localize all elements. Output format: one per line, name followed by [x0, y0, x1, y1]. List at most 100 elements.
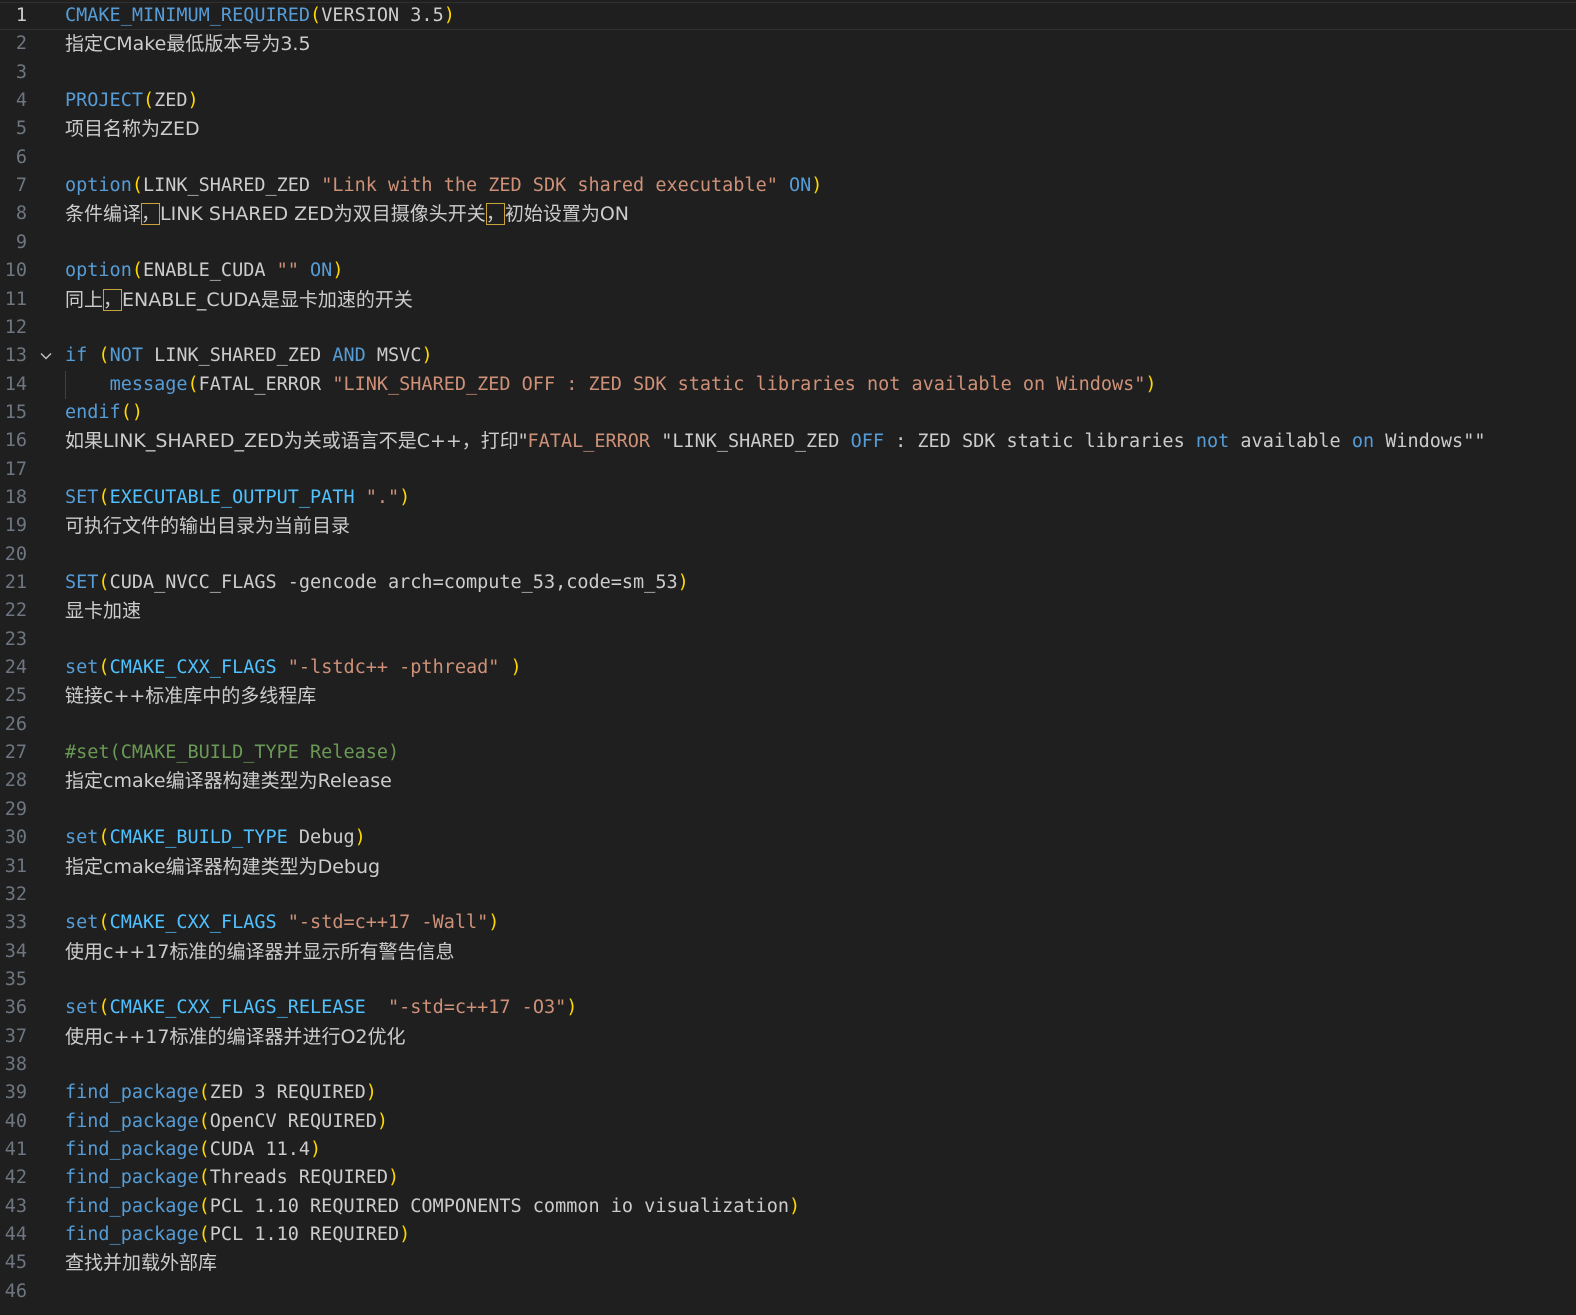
code-line[interactable]: 13 if (NOT LINK_SHARED_ZED AND MSVC): [0, 342, 1576, 370]
code-line[interactable]: 45 查找并加载外部库: [0, 1249, 1576, 1277]
code-token: ): [788, 1195, 801, 1217]
code-line[interactable]: 21 SET(CUDA_NVCC_FLAGS -gencode arch=comp…: [0, 569, 1576, 597]
code-line[interactable]: 11 同上，ENABLE_CUDA是显卡加速的开关: [0, 286, 1576, 314]
line-number: 9: [15, 231, 27, 253]
code-token: ): [399, 486, 411, 508]
code-token: (: [98, 827, 110, 849]
code-line[interactable]: 6: [0, 144, 1576, 172]
code-text: find_package(Threads REQUIRED): [65, 1164, 399, 1192]
code-line[interactable]: 19 可执行文件的输出目录为当前目录: [0, 512, 1576, 540]
code-line[interactable]: 46: [0, 1278, 1576, 1306]
code-text: option(ENABLE_CUDA "" ON): [65, 257, 343, 285]
comment-text: 同上，ENABLE_CUDA是显卡加速的开关: [65, 286, 413, 315]
code-line[interactable]: 40 find_package(OpenCV REQUIRED): [0, 1108, 1576, 1136]
code-token: SET: [65, 486, 99, 508]
code-line[interactable]: 43 find_package(PCL 1.10 REQUIRED COMPONE…: [0, 1193, 1576, 1221]
code-token: option: [65, 175, 132, 197]
line-number: 6: [15, 146, 27, 168]
code-token: ，: [103, 288, 123, 311]
code-line[interactable]: 42 find_package(Threads REQUIRED): [0, 1164, 1576, 1192]
code-line[interactable]: 2 指定CMake最低版本号为3.5: [0, 30, 1576, 58]
code-token: (: [187, 373, 199, 395]
code-line[interactable]: 18 SET(EXECUTABLE_OUTPUT_PATH "."): [0, 484, 1576, 512]
code-token: ): [510, 657, 522, 679]
line-number: 35: [4, 968, 27, 990]
code-line[interactable]: 30 set(CMAKE_BUILD_TYPE Debug): [0, 824, 1576, 852]
code-token: set: [65, 997, 99, 1019]
code-line[interactable]: 9: [0, 229, 1576, 257]
code-line[interactable]: 20: [0, 541, 1576, 569]
code-line[interactable]: 4 PROJECT(ZED): [0, 87, 1576, 115]
code-token: endif: [65, 401, 121, 423]
code-token: ): [187, 90, 199, 112]
code-line[interactable]: 1 CMAKE_MINIMUM_REQUIRED(VERSION 3.5): [0, 2, 1576, 30]
code-line[interactable]: 44 find_package(PCL 1.10 REQUIRED): [0, 1221, 1576, 1249]
line-number: 25: [4, 685, 27, 707]
code-line[interactable]: 5 项目名称为ZED: [0, 115, 1576, 143]
line-number: 7: [15, 175, 27, 197]
code-line[interactable]: 36 set(CMAKE_CXX_FLAGS_RELEASE "-std=c++1…: [0, 994, 1576, 1022]
code-token: find_package: [65, 1082, 199, 1104]
line-number: 8: [15, 203, 27, 225]
code-line[interactable]: 35: [0, 966, 1576, 994]
code-line[interactable]: 32: [0, 881, 1576, 909]
code-token: ".": [365, 486, 400, 508]
code-line[interactable]: 33 set(CMAKE_CXX_FLAGS "-std=c++17 -Wall"…: [0, 909, 1576, 937]
code-line[interactable]: 17: [0, 456, 1576, 484]
chevron-down-icon[interactable]: [38, 342, 54, 370]
code-line[interactable]: 10 option(ENABLE_CUDA "" ON): [0, 257, 1576, 285]
code-token: (: [310, 5, 322, 26]
code-line[interactable]: 8 条件编译，LINK SHARED ZED为双目摄像头开关，初始设置为ON: [0, 200, 1576, 228]
line-number: 26: [4, 713, 27, 735]
code-line[interactable]: 41 find_package(CUDA 11.4): [0, 1136, 1576, 1164]
code-line[interactable]: 26: [0, 711, 1576, 739]
code-line[interactable]: 38: [0, 1051, 1576, 1079]
code-line[interactable]: 29: [0, 796, 1576, 824]
code-token: OFF: [850, 431, 884, 453]
code-token: find_package: [65, 1110, 199, 1132]
line-number: 15: [4, 401, 27, 423]
code-line[interactable]: 28 指定cmake编译器构建类型为Release: [0, 767, 1576, 795]
code-token: CMAKE_CXX_FLAGS: [109, 912, 277, 934]
code-line[interactable]: 16 如果LINK_SHARED_ZED为关或语言不是C++，打印"FATAL_E…: [0, 427, 1576, 455]
code-line[interactable]: 7 option(LINK_SHARED_ZED "Link with the Z…: [0, 172, 1576, 200]
code-line[interactable]: 24 set(CMAKE_CXX_FLAGS "-lstdc++ -pthread…: [0, 654, 1576, 682]
code-line[interactable]: 12: [0, 314, 1576, 342]
code-line[interactable]: 27 #set(CMAKE_BUILD_TYPE Release): [0, 739, 1576, 767]
code-token: ): [811, 175, 823, 197]
code-text: set(CMAKE_BUILD_TYPE Debug): [65, 824, 366, 852]
code-line[interactable]: 23: [0, 626, 1576, 654]
line-number: 17: [4, 458, 27, 480]
comment-text: 指定cmake编译器构建类型为Debug: [65, 853, 380, 882]
code-line[interactable]: 14 message(FATAL_ERROR "LINK_SHARED_ZED …: [0, 370, 1576, 399]
code-text: PROJECT(ZED): [65, 87, 199, 115]
code-line[interactable]: 39 find_package(ZED 3 REQUIRED): [0, 1079, 1576, 1107]
code-line[interactable]: 31 指定cmake编译器构建类型为Debug: [0, 853, 1576, 881]
line-number: 33: [4, 912, 27, 934]
line-number: 39: [4, 1082, 27, 1104]
code-text: find_package(CUDA 11.4): [65, 1136, 321, 1164]
code-token: (: [131, 260, 143, 282]
code-line[interactable]: 34 使用c++17标准的编译器并显示所有警告信息: [0, 938, 1576, 966]
code-token: available: [1229, 431, 1352, 453]
code-token: (): [120, 401, 143, 423]
code-text: endif(): [65, 399, 143, 427]
code-token: PCL 1.10 REQUIRED: [209, 1224, 400, 1246]
code-token: find_package: [65, 1195, 199, 1217]
code-line[interactable]: 15 endif(): [0, 399, 1576, 427]
code-line[interactable]: 3: [0, 59, 1576, 87]
line-number: 21: [4, 572, 27, 593]
code-token: set: [65, 912, 99, 934]
code-line[interactable]: 22 显卡加速: [0, 597, 1576, 625]
code-token: "-lstdc++ -pthread": [287, 657, 500, 679]
code-token: (: [198, 1139, 210, 1160]
code-token: ZED: [154, 90, 188, 112]
code-line[interactable]: 37 使用c++17标准的编译器并进行O2优化: [0, 1023, 1576, 1051]
code-token: "-std=c++17 -O3": [388, 997, 567, 1019]
code-token: ENABLE_CUDA: [142, 260, 277, 282]
code-editor[interactable]: 1 CMAKE_MINIMUM_REQUIRED(VERSION 3.5) 2 指定C…: [0, 0, 1576, 1315]
code-token: ，: [141, 203, 161, 226]
code-line[interactable]: 25 链接c++标准库中的多线程库: [0, 682, 1576, 710]
